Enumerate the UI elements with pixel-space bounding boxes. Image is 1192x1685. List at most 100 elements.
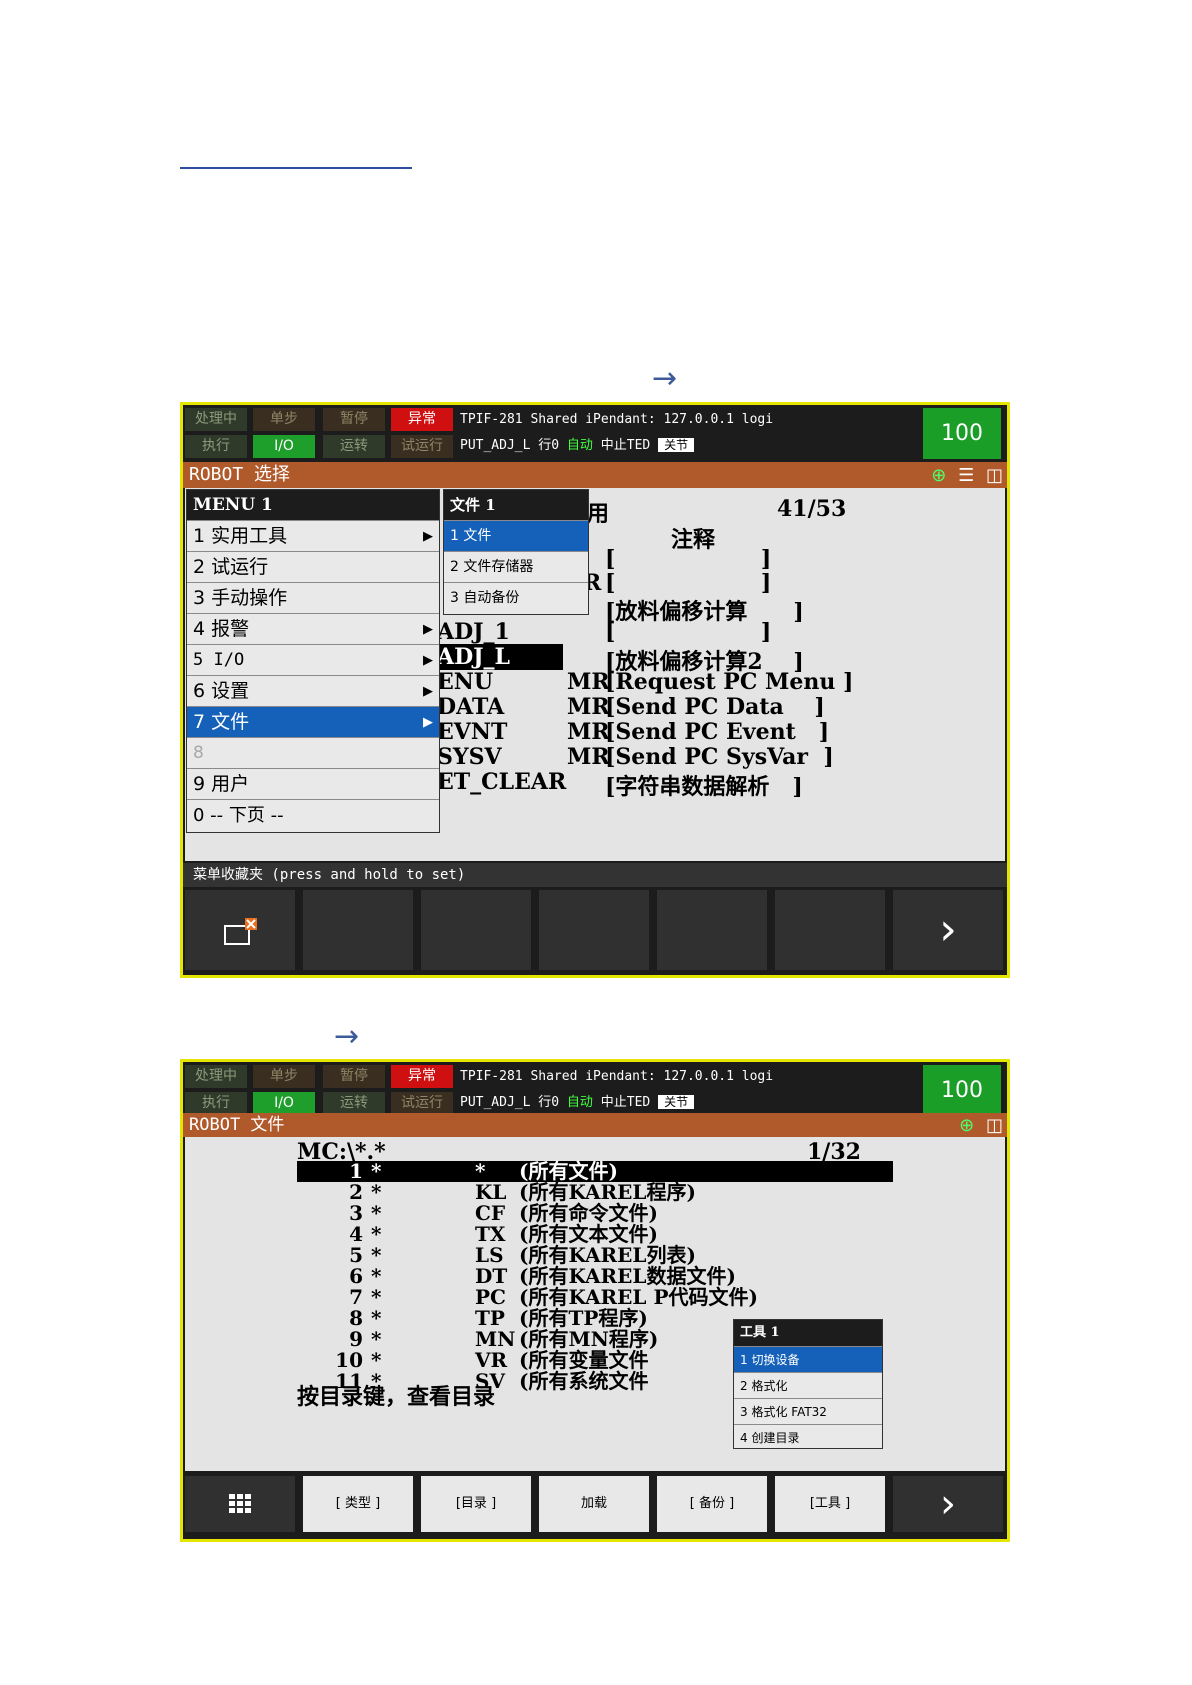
menu-item-file[interactable]: 7 文件 ▶ [187, 706, 439, 737]
file-row-number: 1 [349, 1159, 363, 1183]
fkey-backup[interactable]: [ 备份 ] [657, 1476, 767, 1532]
menu-item-label: 6 设置 [193, 680, 250, 702]
file-row-name: * [371, 1264, 382, 1288]
list-row-name-selected[interactable]: ADJ_L [437, 644, 563, 670]
menu-item-setup[interactable]: 6 设置 ▶ [187, 675, 439, 706]
submenu-item-auto-backup[interactable]: 3 自动备份 [444, 582, 588, 613]
submenu-item-file-memory[interactable]: 2 文件存储器 [444, 551, 588, 582]
list-row-name[interactable]: ET_CLEAR [437, 769, 566, 795]
favorites-label: 菜单收藏夹 (press and hold to set) [193, 867, 466, 883]
menu-item-utilities[interactable]: 1 实用工具 ▶ [187, 520, 439, 551]
list-row-comment: [Send PC Event ] [605, 719, 830, 745]
file-row-description: (所有变量文件 [519, 1348, 649, 1372]
list-row-name[interactable]: DATA [437, 694, 504, 720]
fkey-next[interactable]: › [893, 890, 1003, 970]
list-row-name[interactable]: ENU [437, 669, 493, 695]
tools-item-format[interactable]: 2 格式化 [734, 1372, 882, 1398]
menu-item-test-cycle[interactable]: 2 试运行 [187, 551, 439, 582]
arrow-1: → [652, 361, 678, 396]
menu-item-io[interactable]: 5 I/O ▶ [187, 644, 439, 675]
chevron-right-icon: › [939, 904, 957, 955]
fkey-f4[interactable] [657, 890, 767, 970]
tools-item-switch-device[interactable]: 1 切换设备 [734, 1346, 882, 1372]
split-screen-icon[interactable]: ◫ [986, 465, 1003, 486]
menu-item-label: 4 报警 [193, 618, 250, 640]
menu-list-icon[interactable]: ☰ [958, 465, 974, 486]
file-list-area: MC:\*.* 1/32 1 * * (所有文件) 2 * KL (所有KAREL程序) 3 * C… [185, 1137, 1005, 1471]
status-io: I/O [253, 1092, 315, 1115]
file-row-name: * [371, 1327, 382, 1351]
fkey-close-menu[interactable] [185, 890, 295, 970]
file-row-name: * [371, 1306, 382, 1330]
list-row-comment: [ ] [605, 619, 772, 645]
menu-item-alarm[interactable]: 4 报警 ▶ [187, 613, 439, 644]
tools-item-make-dir[interactable]: 4 创建目录 [734, 1424, 882, 1450]
coord-joint: 关节 [658, 438, 695, 452]
file-row-number: 2 [349, 1180, 363, 1204]
status-header: 处理中 单步 暂停 异常 执行 I/O 运转 试运行 TPIF-281 Shar… [183, 1062, 1007, 1119]
fkey-f1[interactable] [303, 890, 413, 970]
list-row-comment: [Send PC SysVar ] [605, 744, 834, 770]
submenu-arrow-icon: ▶ [423, 622, 433, 637]
page-count: 41/53 [777, 496, 847, 522]
zoom-icon[interactable]: ⊕ [959, 1115, 974, 1136]
fkey-f2[interactable] [421, 890, 531, 970]
screen-title-bar: ROBOT 文件 ⊕ ◫ [183, 1113, 1007, 1137]
status-fault: 异常 [391, 1065, 453, 1088]
directory-hint: 按目录键，查看目录 [297, 1384, 496, 1410]
list-row-name[interactable]: ADJ_1 [437, 619, 510, 645]
fkey-f3[interactable] [539, 890, 649, 970]
program-name: PUT_ADJ_L 行0 [460, 438, 560, 453]
status-hold: 暂停 [323, 1065, 385, 1088]
file-row-description: (所有命令文件) [519, 1201, 658, 1225]
menu-item-label: 7 文件 [193, 711, 250, 733]
menu-item-next-page[interactable]: 0 -- 下页 -- [187, 799, 439, 830]
status-busy: 处理中 [185, 408, 247, 431]
main-menu: MENU 1 1 实用工具 ▶ 2 试运行 3 手动操作 4 报警 ▶ 5 I/O ▶… [186, 489, 440, 833]
file-row-description: (所有KAREL程序) [519, 1180, 696, 1204]
menu-item-manual-fctns[interactable]: 3 手动操作 [187, 582, 439, 613]
menu-item-8: 8 [187, 737, 439, 768]
header-line1: TPIF-281 Shared iPendant: 127.0.0.1 logi [460, 1069, 774, 1084]
grid-menu-icon [229, 1494, 251, 1513]
fkey-type[interactable]: [ 类型 ] [303, 1476, 413, 1532]
list-row-name[interactable]: EVNT [437, 719, 507, 745]
submenu-arrow-icon: ▶ [423, 715, 433, 730]
link-underline [180, 167, 412, 169]
file-row-ext: LS [475, 1243, 504, 1267]
teach-pendant-screen-select: 处理中 单步 暂停 异常 执行 I/O 运转 试运行 TPIF-281 Shar… [180, 402, 1010, 978]
status-step: 单步 [253, 408, 315, 431]
list-row-name[interactable]: SYSV [437, 744, 502, 770]
split-screen-icon[interactable]: ◫ [986, 1115, 1003, 1136]
file-row-description: (所有系统文件 [519, 1369, 649, 1393]
status-io: I/O [253, 435, 315, 458]
header-line1: TPIF-281 Shared iPendant: 127.0.0.1 logi [460, 412, 774, 427]
zoom-icon[interactable]: ⊕ [931, 465, 946, 486]
fkey-load[interactable]: 加载 [539, 1476, 649, 1532]
file-row-number: 5 [349, 1243, 363, 1267]
fkey-f5[interactable] [775, 890, 885, 970]
file-row-description: (所有KAREL数据文件) [519, 1264, 736, 1288]
status-fault: 异常 [391, 408, 453, 431]
fkey-next[interactable]: › [893, 1476, 1003, 1532]
list-row-type: MR [567, 669, 610, 695]
submenu-arrow-icon: ▶ [423, 529, 433, 544]
favorites-bar[interactable]: 菜单收藏夹 (press and hold to set) [183, 863, 1007, 887]
list-row-type: MR [567, 719, 610, 745]
file-row-number: 4 [349, 1222, 363, 1246]
program-list-area: 用 41/53 注释 [ ] R [ ] [放料偏移计算 ] ADJ_1 [ ]… [185, 488, 1005, 861]
speed-override[interactable]: 100 [923, 408, 1001, 459]
speed-override[interactable]: 100 [923, 1065, 1001, 1116]
submenu-item-file[interactable]: 1 文件 [444, 520, 588, 551]
fkey-directory[interactable]: [目录 ] [421, 1476, 531, 1532]
list-row-comment: [Request PC Menu ] [605, 669, 854, 695]
file-row-ext: * [475, 1159, 486, 1183]
mode-auto: 自动 [566, 438, 593, 453]
tools-item-format-fat32[interactable]: 3 格式化 FAT32 [734, 1398, 882, 1424]
tools-menu-title: 工具 1 [734, 1320, 882, 1346]
status-prod: 运转 [323, 435, 385, 458]
fkey-tools[interactable]: [工具 ] [775, 1476, 885, 1532]
fkey-menu-grid[interactable] [185, 1476, 295, 1532]
file-row-description: (所有文件) [519, 1159, 618, 1183]
menu-item-user[interactable]: 9 用户 [187, 768, 439, 799]
